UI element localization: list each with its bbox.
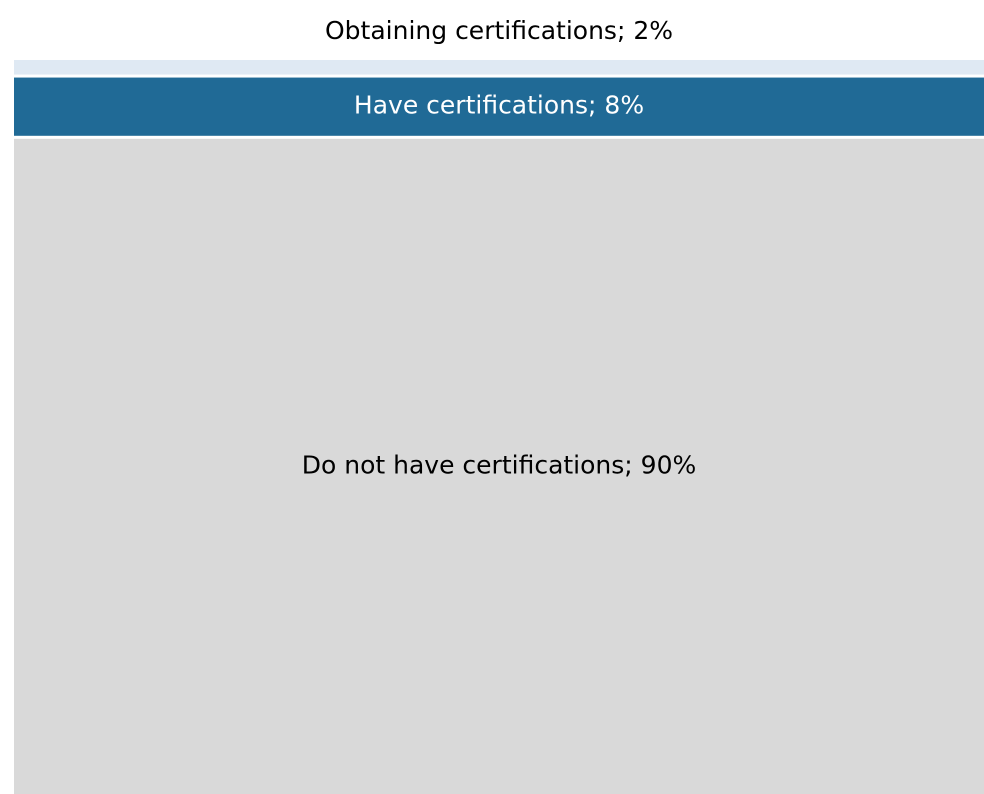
segment-obtaining-certifications — [14, 60, 984, 75]
segment-label-have-certifications: Have certifications; 8% — [354, 91, 644, 120]
segment-label-do-not-have-certifications: Do not have certifications; 90% — [302, 450, 696, 479]
segment-label-obtaining-certifications: Obtaining certifications; 2% — [325, 16, 673, 45]
certification-treemap-chart: Obtaining certifications; 2% Have certifi… — [14, 16, 984, 794]
